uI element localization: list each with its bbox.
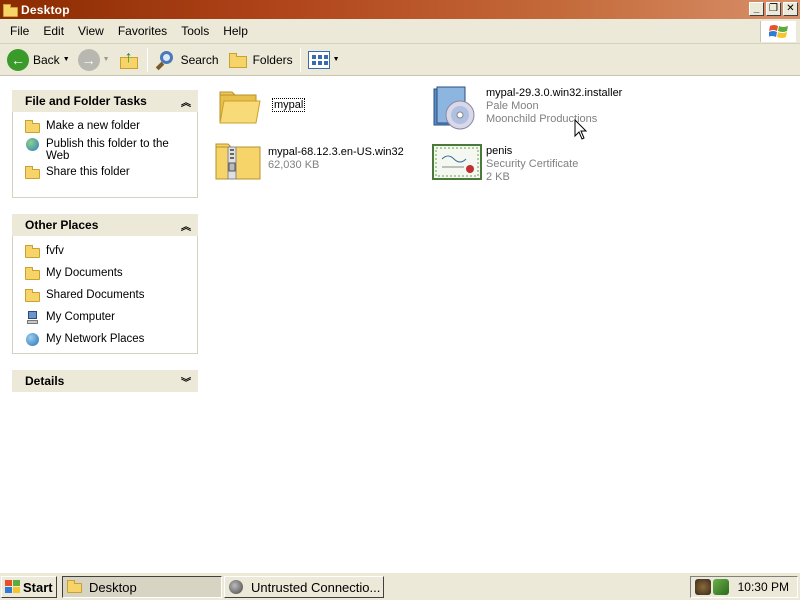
place-my-computer[interactable]: My Computer (13, 309, 197, 331)
panel-header[interactable]: File and Folder Tasks ︽ (12, 90, 198, 112)
window-title: Desktop (21, 2, 70, 17)
chevron-down-icon[interactable]: ▼ (333, 56, 340, 63)
folder-icon (67, 580, 85, 594)
back-arrow-icon: ← (7, 48, 29, 71)
windows-logo-icon (5, 580, 20, 593)
clock[interactable]: 10:30 PM (738, 580, 789, 594)
zip-folder-icon (214, 141, 264, 185)
system-tray: 10:30 PM (690, 576, 798, 598)
forward-arrow-icon: → (77, 48, 100, 71)
file-item-installer[interactable]: mypal-29.3.0.win32.installer Pale Moon M… (432, 85, 623, 130)
forward-button[interactable]: → ▼ (74, 46, 114, 74)
file-item-certificate[interactable]: penis Security Certificate 2 KB (432, 143, 578, 187)
taskbar: Start Desktop Untrusted Connectio... 10:… (0, 572, 800, 600)
expand-icon[interactable]: ︾ (181, 374, 191, 389)
place-my-network-places[interactable]: My Network Places (13, 331, 197, 349)
file-name: penis (486, 145, 513, 157)
folder-icon (25, 245, 41, 259)
panel-title: File and Folder Tasks (25, 94, 147, 108)
chevron-down-icon[interactable]: ▼ (63, 56, 70, 63)
mouse-cursor-icon (574, 119, 588, 140)
menu-favorites[interactable]: Favorites (112, 24, 173, 38)
collapse-icon[interactable]: ︽ (181, 94, 191, 109)
file-size: 2 KB (486, 171, 510, 183)
details-panel: Details ︾ (12, 370, 198, 392)
place-my-documents[interactable]: My Documents (13, 265, 197, 287)
title-bar[interactable]: Desktop _ ❐ ✕ (0, 0, 800, 19)
task-publish-folder[interactable]: Publish this folder to the Web (13, 136, 197, 164)
task-make-new-folder[interactable]: Make a new folder (13, 118, 197, 136)
views-button[interactable]: ▼ (304, 46, 344, 74)
menu-view[interactable]: View (72, 24, 110, 38)
search-icon (155, 49, 177, 71)
file-company: Moonchild Productions (486, 113, 598, 125)
file-description: Pale Moon (486, 100, 539, 112)
panel-header[interactable]: Other Places ︽ (12, 214, 198, 236)
menu-help[interactable]: Help (217, 24, 254, 38)
documents-folder-icon (25, 267, 41, 281)
menu-tools[interactable]: Tools (175, 24, 215, 38)
back-button[interactable]: ← Back ▼ (3, 46, 74, 74)
shared-folder-icon (25, 289, 41, 303)
maximize-button[interactable]: ❐ (766, 2, 781, 16)
place-shared-documents[interactable]: Shared Documents (13, 287, 197, 309)
task-pane: File and Folder Tasks ︽ Make a new folde… (0, 77, 210, 572)
taskbar-item-desktop[interactable]: Desktop (62, 576, 222, 598)
panel-header[interactable]: Details ︾ (12, 370, 198, 392)
up-folder-icon: ↑ (118, 49, 140, 71)
file-name: mypal (272, 98, 306, 112)
file-name: mypal-68.12.3.en-US.win32 (268, 146, 404, 158)
panel-title: Other Places (25, 218, 99, 232)
task-share-folder[interactable]: Share this folder (13, 164, 197, 182)
menu-bar: File Edit View Favorites Tools Help (0, 19, 800, 44)
folder-icon (218, 87, 268, 131)
certificate-icon (432, 143, 482, 187)
chevron-down-icon[interactable]: ▼ (103, 56, 110, 63)
tray-app-icon[interactable] (695, 579, 711, 595)
menu-edit[interactable]: Edit (37, 24, 70, 38)
search-button[interactable]: Search (151, 46, 223, 74)
place-fvfv[interactable]: fvfv (13, 243, 197, 265)
start-button[interactable]: Start (1, 576, 57, 598)
browser-icon (229, 580, 245, 594)
minimize-button[interactable]: _ (749, 2, 764, 16)
file-view[interactable]: mypal mypal-29.3.0.win32.installer Pale … (210, 77, 800, 572)
folders-button[interactable]: Folders (223, 46, 297, 74)
toolbar-separator (146, 47, 148, 72)
share-folder-icon (25, 166, 41, 180)
file-type: Security Certificate (486, 158, 579, 170)
up-folder-button[interactable]: ↑ (114, 46, 144, 74)
menu-file[interactable]: File (4, 24, 35, 38)
panel-title: Details (25, 374, 65, 388)
file-item-mypal[interactable]: mypal (218, 87, 306, 131)
globe-icon (25, 138, 41, 152)
toolbar: ← Back ▼ → ▼ ↑ Search Folders ▼ (0, 44, 800, 76)
close-button[interactable]: ✕ (783, 2, 798, 16)
file-item-zip[interactable]: mypal-68.12.3.en-US.win32 62,030 KB (214, 141, 404, 185)
toolbar-separator (299, 47, 301, 72)
safely-remove-hardware-icon[interactable] (713, 579, 729, 595)
views-icon (307, 50, 330, 69)
collapse-icon[interactable]: ︽ (181, 218, 191, 233)
file-folder-tasks-panel: File and Folder Tasks ︽ Make a new folde… (12, 90, 198, 198)
computer-icon (25, 311, 41, 325)
new-folder-icon (25, 120, 41, 134)
installer-cd-icon (432, 85, 482, 130)
folder-icon (3, 3, 18, 17)
windows-logo-icon (760, 21, 796, 42)
taskbar-item-browser[interactable]: Untrusted Connectio... (224, 576, 384, 598)
network-icon (25, 333, 41, 347)
folders-icon (227, 49, 249, 71)
file-name: mypal-29.3.0.win32.installer (486, 87, 623, 99)
file-size: 62,030 KB (268, 159, 320, 171)
other-places-panel: Other Places ︽ fvfv My Documents Shared … (12, 214, 198, 354)
